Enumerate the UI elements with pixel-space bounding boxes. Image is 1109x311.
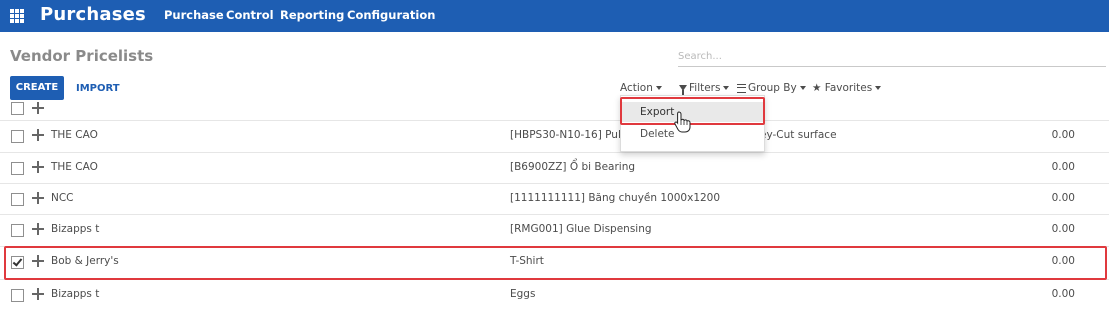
export-highlight-box	[620, 97, 765, 125]
product-cell: Eggs	[510, 288, 536, 300]
drag-handle-icon[interactable]	[32, 192, 44, 204]
app-title[interactable]: Purchases	[40, 4, 146, 25]
drag-handle-icon[interactable]	[32, 223, 44, 235]
search-box	[678, 44, 1106, 67]
table-row[interactable]: NCC [1111111111] Băng chuyền 1000x1200 0…	[0, 183, 1109, 215]
product-cell: [HBPS30-N10-16] Puli t	[510, 129, 632, 141]
delete-label: Delete	[640, 128, 675, 140]
favorites-dropdown[interactable]: ★ Favorites	[812, 82, 882, 94]
table-row[interactable]: Bizapps t [RMG001] Glue Dispensing 0.00	[0, 214, 1109, 246]
table-row[interactable]: THE CAO [B6900ZZ] Ổ bi Bearing 0.00	[0, 152, 1109, 184]
price-cell: 0.00	[1051, 161, 1075, 173]
product-cell-tail: ey-Cut surface	[760, 129, 837, 141]
drag-handle-icon[interactable]	[32, 129, 44, 141]
selected-row-highlight-box	[4, 246, 1107, 280]
filter-icon	[679, 85, 687, 95]
drag-handle-icon[interactable]	[32, 288, 44, 300]
vendor-cell: Bizapps t	[51, 223, 100, 235]
price-cell: 0.00	[1051, 192, 1075, 204]
groupby-dropdown[interactable]: Group By	[737, 82, 806, 94]
menu-item-delete[interactable]: Delete	[621, 124, 764, 144]
table-row[interactable]: THE CAO [HBPS30-N10-16] Puli t ey-Cut su…	[0, 120, 1109, 152]
drag-handle-icon[interactable]	[32, 102, 44, 114]
import-button[interactable]: IMPORT	[76, 83, 120, 94]
favorites-label: Favorites	[824, 82, 873, 94]
menu-reporting[interactable]: Reporting	[280, 8, 344, 22]
price-cell: 0.00	[1051, 129, 1075, 141]
vendor-cell: NCC	[51, 192, 74, 204]
drag-handle-icon[interactable]	[32, 161, 44, 173]
row-checkbox[interactable]	[11, 130, 24, 143]
row-checkbox[interactable]	[11, 102, 24, 115]
top-navbar: Purchases Purchase Control Reporting Con…	[0, 0, 1109, 32]
menu-purchase[interactable]: Purchase	[164, 8, 224, 22]
filters-label: Filters	[689, 82, 721, 94]
menu-configuration[interactable]: Configuration	[347, 8, 435, 22]
filters-dropdown[interactable]: Filters	[679, 82, 730, 95]
apps-grid-icon[interactable]	[10, 9, 24, 23]
star-icon: ★	[812, 82, 822, 94]
groupby-label: Group By	[748, 82, 797, 94]
create-button[interactable]: CREATE	[10, 76, 64, 100]
price-cell: 0.00	[1051, 223, 1075, 235]
list-icon	[737, 83, 746, 93]
menu-control[interactable]: Control	[226, 8, 274, 22]
row-checkbox[interactable]	[11, 224, 24, 237]
chevron-down-icon	[655, 86, 662, 90]
table-row[interactable]: Bizapps t Eggs 0.00	[0, 279, 1109, 311]
row-checkbox[interactable]	[11, 193, 24, 206]
action-label: Action	[620, 82, 653, 94]
action-dropdown[interactable]: Action	[620, 82, 662, 94]
product-cell: [B6900ZZ] Ổ bi Bearing	[510, 161, 636, 173]
chevron-down-icon	[875, 86, 882, 90]
product-cell: [1111111111] Băng chuyền 1000x1200	[510, 192, 721, 204]
vendor-cell: Bizapps t	[51, 288, 100, 300]
search-input[interactable]	[678, 49, 1098, 62]
product-cell: [RMG001] Glue Dispensing	[510, 223, 652, 235]
chevron-down-icon	[723, 86, 730, 90]
row-checkbox[interactable]	[11, 289, 24, 302]
hand-cursor-icon	[674, 111, 691, 133]
chevron-down-icon	[799, 86, 806, 90]
row-checkbox[interactable]	[11, 162, 24, 175]
page-title: Vendor Pricelists	[10, 47, 154, 65]
price-cell: 0.00	[1051, 288, 1075, 300]
vendor-cell: THE CAO	[51, 161, 98, 173]
vendor-cell: THE CAO	[51, 129, 98, 141]
